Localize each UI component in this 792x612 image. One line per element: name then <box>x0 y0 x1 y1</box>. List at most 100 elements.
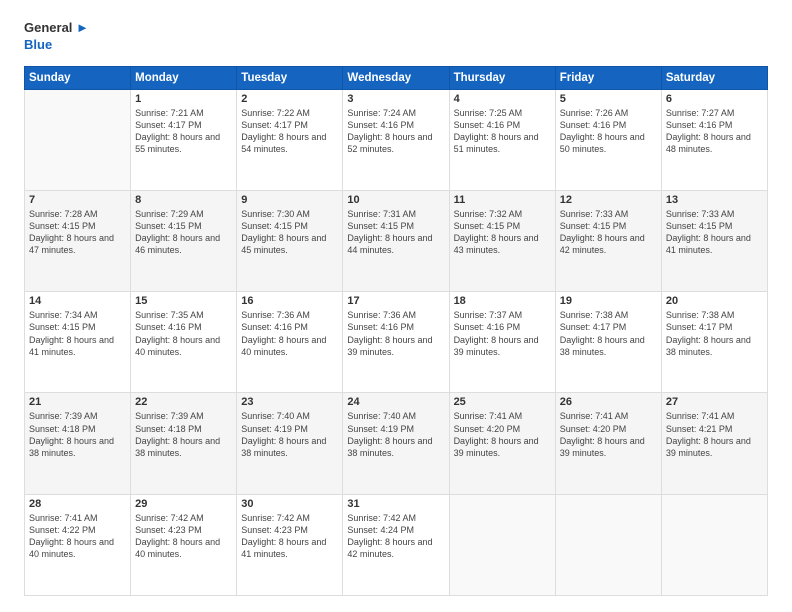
day-info: Sunrise: 7:29 AM Sunset: 4:15 PM Dayligh… <box>135 208 232 257</box>
day-number: 1 <box>135 93 232 105</box>
calendar-table: SundayMondayTuesdayWednesdayThursdayFrid… <box>24 66 768 596</box>
day-number: 18 <box>454 295 551 307</box>
calendar-cell: 22 Sunrise: 7:39 AM Sunset: 4:18 PM Dayli… <box>131 393 237 494</box>
day-info: Sunrise: 7:33 AM Sunset: 4:15 PM Dayligh… <box>666 208 763 257</box>
week-row-5: 28 Sunrise: 7:41 AM Sunset: 4:22 PM Dayli… <box>25 494 768 595</box>
day-info: Sunrise: 7:36 AM Sunset: 4:16 PM Dayligh… <box>241 309 338 358</box>
day-info: Sunrise: 7:32 AM Sunset: 4:15 PM Dayligh… <box>454 208 551 257</box>
day-number: 3 <box>347 93 444 105</box>
day-info: Sunrise: 7:26 AM Sunset: 4:16 PM Dayligh… <box>560 107 657 156</box>
calendar-cell: 11 Sunrise: 7:32 AM Sunset: 4:15 PM Dayli… <box>449 191 555 292</box>
day-number: 30 <box>241 498 338 510</box>
day-number: 10 <box>347 194 444 206</box>
calendar-cell: 8Sunrise: 7:29 AM Sunset: 4:15 PM Daylig… <box>131 191 237 292</box>
day-number: 23 <box>241 396 338 408</box>
weekday-header-friday: Friday <box>555 66 661 89</box>
day-info: Sunrise: 7:22 AM Sunset: 4:17 PM Dayligh… <box>241 107 338 156</box>
day-info: Sunrise: 7:25 AM Sunset: 4:16 PM Dayligh… <box>454 107 551 156</box>
calendar-cell: 19 Sunrise: 7:38 AM Sunset: 4:17 PM Dayli… <box>555 292 661 393</box>
day-number: 26 <box>560 396 657 408</box>
day-info: Sunrise: 7:41 AM Sunset: 4:22 PM Dayligh… <box>29 512 126 561</box>
calendar-cell <box>25 89 131 190</box>
logo-general: General ► <box>24 20 89 37</box>
calendar-cell: 2 Sunrise: 7:22 AM Sunset: 4:17 PM Daylig… <box>237 89 343 190</box>
day-number: 6 <box>666 93 763 105</box>
calendar-cell: 28 Sunrise: 7:41 AM Sunset: 4:22 PM Dayli… <box>25 494 131 595</box>
day-number: 31 <box>347 498 444 510</box>
calendar-cell: 18 Sunrise: 7:37 AM Sunset: 4:16 PM Dayli… <box>449 292 555 393</box>
calendar-cell: 21 Sunrise: 7:39 AM Sunset: 4:18 PM Dayli… <box>25 393 131 494</box>
calendar-cell: 30 Sunrise: 7:42 AM Sunset: 4:23 PM Dayli… <box>237 494 343 595</box>
calendar-cell: 12Sunrise: 7:33 AM Sunset: 4:15 PM Dayli… <box>555 191 661 292</box>
day-number: 2 <box>241 93 338 105</box>
header: General ► Blue <box>24 20 768 54</box>
weekday-header-thursday: Thursday <box>449 66 555 89</box>
day-info: Sunrise: 7:35 AM Sunset: 4:16 PM Dayligh… <box>135 309 232 358</box>
week-row-4: 21 Sunrise: 7:39 AM Sunset: 4:18 PM Dayli… <box>25 393 768 494</box>
weekday-header-sunday: Sunday <box>25 66 131 89</box>
calendar-cell <box>555 494 661 595</box>
calendar-cell: 24 Sunrise: 7:40 AM Sunset: 4:19 PM Dayli… <box>343 393 449 494</box>
weekday-header-row: SundayMondayTuesdayWednesdayThursdayFrid… <box>25 66 768 89</box>
calendar-cell: 7 Sunrise: 7:28 AM Sunset: 4:15 PM Daylig… <box>25 191 131 292</box>
day-number: 19 <box>560 295 657 307</box>
day-number: 13 <box>666 194 763 206</box>
day-info: Sunrise: 7:21 AM Sunset: 4:17 PM Dayligh… <box>135 107 232 156</box>
day-number: 28 <box>29 498 126 510</box>
calendar-cell: 20 Sunrise: 7:38 AM Sunset: 4:17 PM Dayli… <box>661 292 767 393</box>
day-number: 20 <box>666 295 763 307</box>
day-info: Sunrise: 7:41 AM Sunset: 4:21 PM Dayligh… <box>666 410 763 459</box>
week-row-1: 1 Sunrise: 7:21 AM Sunset: 4:17 PM Daylig… <box>25 89 768 190</box>
day-info: Sunrise: 7:40 AM Sunset: 4:19 PM Dayligh… <box>347 410 444 459</box>
calendar-cell <box>661 494 767 595</box>
day-info: Sunrise: 7:41 AM Sunset: 4:20 PM Dayligh… <box>560 410 657 459</box>
calendar-cell: 17 Sunrise: 7:36 AM Sunset: 4:16 PM Dayli… <box>343 292 449 393</box>
logo: General ► Blue <box>24 20 89 54</box>
day-info: Sunrise: 7:30 AM Sunset: 4:15 PM Dayligh… <box>241 208 338 257</box>
day-info: Sunrise: 7:39 AM Sunset: 4:18 PM Dayligh… <box>135 410 232 459</box>
day-number: 7 <box>29 194 126 206</box>
day-number: 4 <box>454 93 551 105</box>
weekday-header-monday: Monday <box>131 66 237 89</box>
day-number: 17 <box>347 295 444 307</box>
calendar-cell: 1 Sunrise: 7:21 AM Sunset: 4:17 PM Daylig… <box>131 89 237 190</box>
day-number: 24 <box>347 396 444 408</box>
day-number: 21 <box>29 396 126 408</box>
day-number: 16 <box>241 295 338 307</box>
calendar-cell: 26 Sunrise: 7:41 AM Sunset: 4:20 PM Dayli… <box>555 393 661 494</box>
day-number: 5 <box>560 93 657 105</box>
day-info: Sunrise: 7:38 AM Sunset: 4:17 PM Dayligh… <box>560 309 657 358</box>
day-number: 29 <box>135 498 232 510</box>
calendar-cell: 15 Sunrise: 7:35 AM Sunset: 4:16 PM Dayli… <box>131 292 237 393</box>
day-info: Sunrise: 7:42 AM Sunset: 4:24 PM Dayligh… <box>347 512 444 561</box>
week-row-3: 14 Sunrise: 7:34 AM Sunset: 4:15 PM Dayli… <box>25 292 768 393</box>
day-info: Sunrise: 7:36 AM Sunset: 4:16 PM Dayligh… <box>347 309 444 358</box>
day-info: Sunrise: 7:42 AM Sunset: 4:23 PM Dayligh… <box>241 512 338 561</box>
day-number: 22 <box>135 396 232 408</box>
weekday-header-saturday: Saturday <box>661 66 767 89</box>
day-number: 11 <box>454 194 551 206</box>
day-info: Sunrise: 7:38 AM Sunset: 4:17 PM Dayligh… <box>666 309 763 358</box>
day-info: Sunrise: 7:28 AM Sunset: 4:15 PM Dayligh… <box>29 208 126 257</box>
calendar-cell: 16 Sunrise: 7:36 AM Sunset: 4:16 PM Dayli… <box>237 292 343 393</box>
day-number: 14 <box>29 295 126 307</box>
week-row-2: 7 Sunrise: 7:28 AM Sunset: 4:15 PM Daylig… <box>25 191 768 292</box>
day-info: Sunrise: 7:37 AM Sunset: 4:16 PM Dayligh… <box>454 309 551 358</box>
calendar-cell: 14 Sunrise: 7:34 AM Sunset: 4:15 PM Dayli… <box>25 292 131 393</box>
calendar-cell: 29 Sunrise: 7:42 AM Sunset: 4:23 PM Dayli… <box>131 494 237 595</box>
calendar-cell: 9Sunrise: 7:30 AM Sunset: 4:15 PM Daylig… <box>237 191 343 292</box>
day-number: 15 <box>135 295 232 307</box>
calendar-cell: 5 Sunrise: 7:26 AM Sunset: 4:16 PM Daylig… <box>555 89 661 190</box>
calendar-cell: 31 Sunrise: 7:42 AM Sunset: 4:24 PM Dayli… <box>343 494 449 595</box>
day-info: Sunrise: 7:34 AM Sunset: 4:15 PM Dayligh… <box>29 309 126 358</box>
day-info: Sunrise: 7:31 AM Sunset: 4:15 PM Dayligh… <box>347 208 444 257</box>
day-info: Sunrise: 7:42 AM Sunset: 4:23 PM Dayligh… <box>135 512 232 561</box>
day-info: Sunrise: 7:24 AM Sunset: 4:16 PM Dayligh… <box>347 107 444 156</box>
weekday-header-tuesday: Tuesday <box>237 66 343 89</box>
calendar-cell: 3 Sunrise: 7:24 AM Sunset: 4:16 PM Daylig… <box>343 89 449 190</box>
day-info: Sunrise: 7:39 AM Sunset: 4:18 PM Dayligh… <box>29 410 126 459</box>
day-number: 25 <box>454 396 551 408</box>
logo-blue: Blue <box>24 37 52 54</box>
calendar-cell: 6Sunrise: 7:27 AM Sunset: 4:16 PM Daylig… <box>661 89 767 190</box>
day-info: Sunrise: 7:41 AM Sunset: 4:20 PM Dayligh… <box>454 410 551 459</box>
